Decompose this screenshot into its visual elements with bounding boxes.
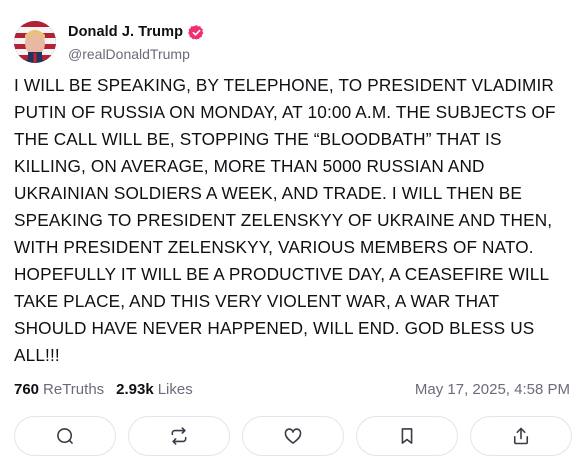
reply-icon xyxy=(57,428,73,444)
likes-label: Likes xyxy=(157,381,193,398)
retruths-stat[interactable]: 760 ReTruths xyxy=(14,381,104,398)
post-stats: 760 ReTruths 2.93k Likes xyxy=(14,381,193,398)
like-button[interactable] xyxy=(242,416,344,456)
author-display-name[interactable]: Donald J. Trump xyxy=(68,24,183,40)
name-row: Donald J. Trump xyxy=(68,22,205,42)
likes-count: 2.93k xyxy=(116,381,154,398)
retruths-label: ReTruths xyxy=(43,381,105,398)
share-button[interactable] xyxy=(470,416,572,456)
post-header: Donald J. Trump @realDonaldTrump xyxy=(14,21,205,63)
author-identity: Donald J. Trump @realDonaldTrump xyxy=(68,22,205,62)
avatar-image xyxy=(14,21,56,63)
post-timestamp[interactable]: May 17, 2025, 4:58 PM xyxy=(415,381,570,398)
truth-post: Donald J. Trump @realDonaldTrump I WILL … xyxy=(0,0,582,476)
verified-badge-icon xyxy=(188,24,205,41)
post-actions xyxy=(14,416,572,456)
reply-button[interactable] xyxy=(14,416,116,456)
share-icon xyxy=(513,427,529,445)
avatar[interactable] xyxy=(14,21,56,63)
post-body-text: I WILL BE SPEAKING, BY TELEPHONE, TO PRE… xyxy=(14,75,556,365)
bookmark-icon xyxy=(401,428,413,444)
retruth-button[interactable] xyxy=(128,416,230,456)
likes-stat[interactable]: 2.93k Likes xyxy=(116,381,193,398)
bookmark-button[interactable] xyxy=(356,416,458,456)
like-icon xyxy=(284,428,302,444)
retruth-icon xyxy=(171,427,187,445)
retruths-count: 760 xyxy=(14,381,40,398)
author-handle[interactable]: @realDonaldTrump xyxy=(68,46,205,62)
